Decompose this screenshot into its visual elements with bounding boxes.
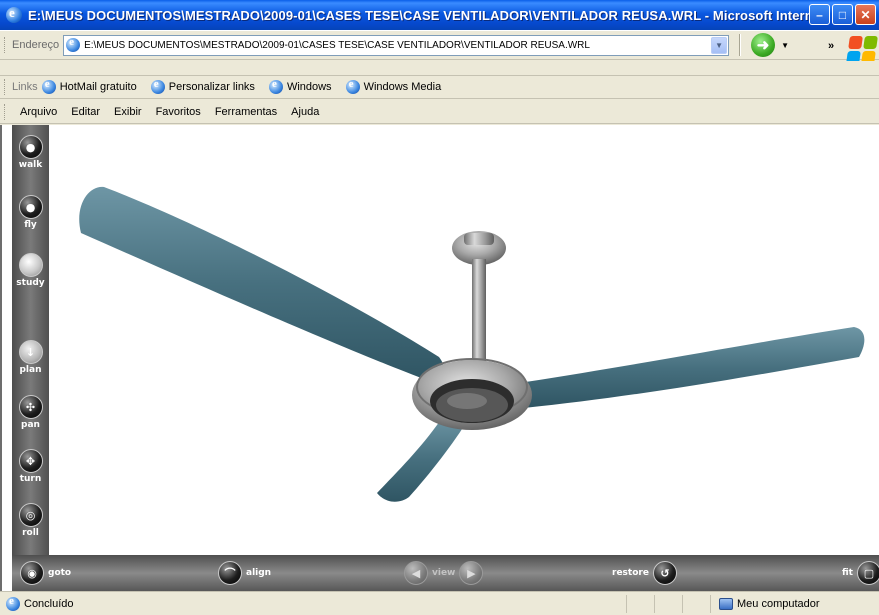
- my-computer-icon: [719, 597, 733, 610]
- address-dropdown-button[interactable]: ▼: [711, 36, 728, 54]
- menu-favoritos[interactable]: Favoritos: [156, 106, 201, 118]
- pan-icon: ✣: [18, 395, 43, 419]
- toolbar-grip[interactable]: [4, 103, 7, 120]
- toolbar-gap: [0, 61, 879, 76]
- menu-ajuda[interactable]: Ajuda: [291, 106, 319, 118]
- address-input[interactable]: E:\MEUS DOCUMENTOS\MESTRADO\2009-01\CASE…: [63, 34, 730, 56]
- turn-button[interactable]: ✥ turn: [12, 449, 49, 484]
- close-button[interactable]: ✕: [855, 4, 876, 25]
- vrml-bottom-bar: ◉ goto ⌒ align ◀ view ▶ restore ↺ fit ▢: [12, 555, 879, 591]
- fit-button[interactable]: fit ▢: [838, 561, 879, 585]
- chevron-down-icon[interactable]: ▼: [781, 41, 789, 50]
- page-icon: [66, 36, 81, 52]
- fly-icon: ●: [18, 195, 43, 219]
- toolbar-grip[interactable]: [4, 79, 7, 95]
- plan-button[interactable]: ↓ plan: [12, 340, 49, 375]
- maximize-button[interactable]: □: [832, 4, 853, 25]
- fan-blade-right: [519, 327, 865, 408]
- address-label: Endereço: [12, 39, 60, 51]
- page-status-icon: [6, 595, 20, 611]
- status-bar: Concluído Meu computador: [0, 591, 879, 615]
- fan-blade-left: [79, 186, 445, 381]
- window-titlebar[interactable]: E:\MEUS DOCUMENTOS\MESTRADO\2009-01\CASE…: [0, 0, 879, 30]
- study-button[interactable]: study: [12, 253, 49, 288]
- goto-button[interactable]: ◉ goto: [20, 561, 75, 585]
- status-message: Concluído: [0, 595, 626, 611]
- address-value[interactable]: E:\MEUS DOCUMENTOS\MESTRADO\2009-01\CASE…: [84, 40, 590, 51]
- status-pane: [654, 594, 682, 613]
- menu-exibir[interactable]: Exibir: [114, 106, 142, 118]
- link-hotmail[interactable]: HotMail gratuito: [41, 78, 137, 94]
- links-toolbar: Links HotMail gratuito Personalizar link…: [0, 76, 879, 99]
- turn-icon: ✥: [18, 449, 43, 473]
- toolbar-grip[interactable]: [4, 37, 7, 53]
- link-windows-media[interactable]: Windows Media: [345, 78, 441, 94]
- pan-button[interactable]: ✣ pan: [12, 395, 49, 430]
- vrml-scene-canvas[interactable]: [49, 125, 879, 555]
- address-toolbar: Endereço E:\MEUS DOCUMENTOS\MESTRADO\200…: [0, 30, 879, 60]
- go-button[interactable]: ➜: [751, 33, 776, 57]
- ie-icon: [345, 78, 360, 94]
- link-windows[interactable]: Windows: [268, 78, 332, 94]
- walk-button[interactable]: ● walk: [12, 135, 49, 170]
- view-control[interactable]: ◀ view ▶: [404, 561, 484, 585]
- minimize-button[interactable]: –: [809, 4, 830, 25]
- restore-icon: ↺: [652, 561, 677, 585]
- menu-ferramentas[interactable]: Ferramentas: [215, 106, 277, 118]
- windows-logo-icon: [846, 36, 878, 64]
- fly-button[interactable]: ● fly: [12, 195, 49, 230]
- fit-icon: ▢: [856, 561, 879, 585]
- security-zone: Meu computador: [710, 594, 860, 613]
- align-button[interactable]: ⌒ align: [218, 561, 275, 585]
- menu-bar: Arquivo Editar Exibir Favoritos Ferramen…: [0, 100, 879, 124]
- align-icon: ⌒: [218, 561, 242, 585]
- previous-view-icon[interactable]: ◀: [404, 561, 428, 585]
- status-pane: [626, 594, 654, 613]
- walk-icon: ●: [18, 135, 43, 159]
- menu-editar[interactable]: Editar: [71, 106, 100, 118]
- restore-button[interactable]: restore ↺: [608, 561, 677, 585]
- window-title: E:\MEUS DOCUMENTOS\MESTRADO\2009-01\CASE…: [28, 7, 828, 23]
- goto-icon: ◉: [20, 561, 44, 585]
- link-personalizar[interactable]: Personalizar links: [150, 78, 255, 94]
- toolbar-chevron[interactable]: »: [828, 40, 834, 52]
- ie-app-icon: [6, 5, 22, 23]
- plan-icon: ↓: [18, 340, 43, 364]
- fan-downrod: [472, 259, 486, 369]
- vrml-nav-panel: ● walk ● fly study ↓ plan ✣ pan ✥ turn ◎…: [12, 125, 49, 555]
- roll-icon: ◎: [18, 503, 43, 527]
- study-icon: [18, 253, 43, 277]
- next-view-icon[interactable]: ▶: [459, 561, 484, 585]
- ie-icon: [41, 78, 56, 94]
- toolbar-separator: [739, 34, 742, 56]
- menu-arquivo[interactable]: Arquivo: [20, 106, 57, 118]
- roll-button[interactable]: ◎ roll: [12, 503, 49, 538]
- window-controls: – □ ✕: [809, 4, 876, 25]
- links-label: Links: [12, 81, 38, 93]
- ceiling-fan-model: [79, 186, 865, 502]
- ie-icon: [268, 78, 283, 94]
- ie-icon: [150, 78, 165, 94]
- status-pane: [682, 594, 710, 613]
